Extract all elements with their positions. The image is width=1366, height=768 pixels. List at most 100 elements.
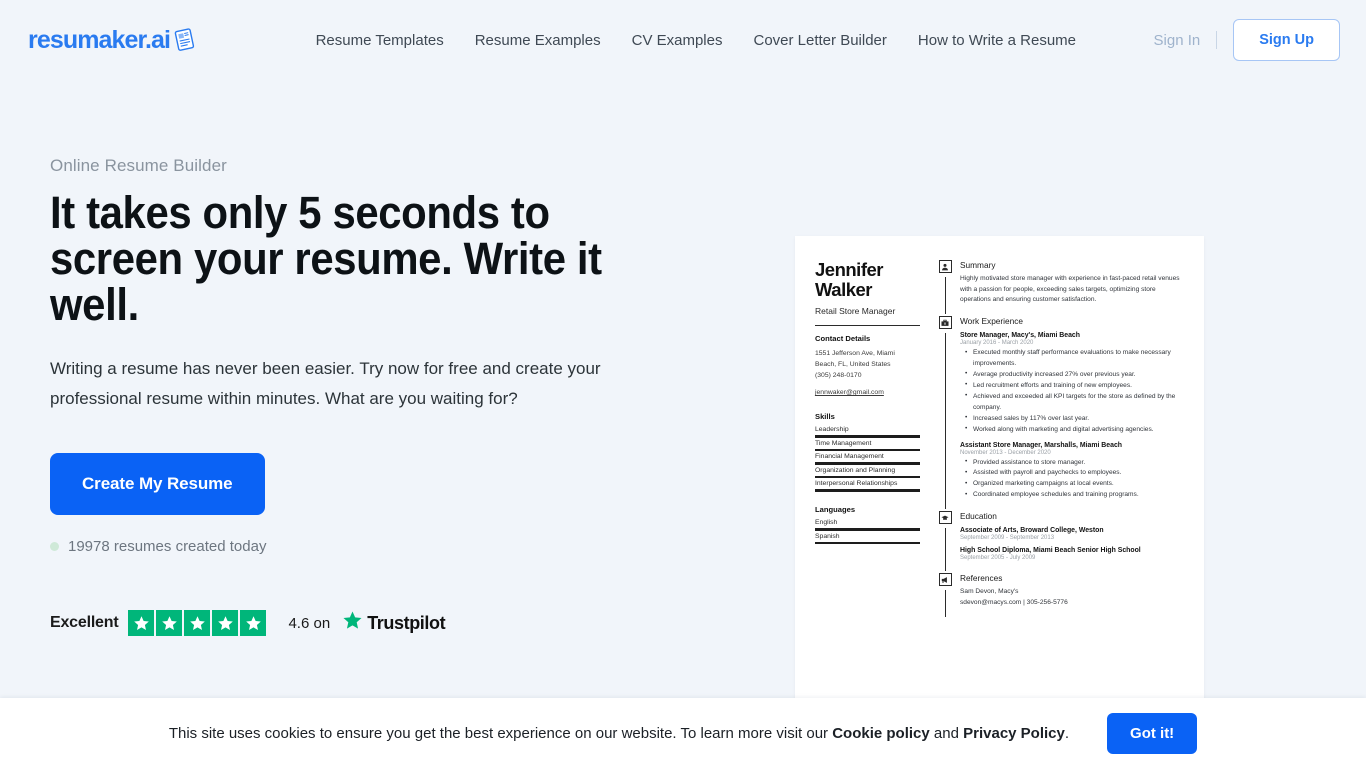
resume-references-gutter [938, 573, 952, 618]
timeline-stem [944, 333, 946, 510]
resume-skill-item: Interpersonal Relationships [815, 480, 920, 492]
resume-language-bar [815, 527, 920, 531]
brand-logo[interactable]: resumaker.ai [28, 26, 198, 55]
resume-bullet: Average productivity increased 27% over … [965, 369, 1184, 381]
resume-language-item: Spanish [815, 533, 920, 545]
resume-language-item: English [815, 519, 920, 531]
hero-subcopy: Writing a resume has never been easier. … [50, 358, 601, 408]
star-icon [184, 610, 211, 637]
resume-bullet: Provided assistance to store manager. [965, 457, 1184, 469]
resume-education-gutter [938, 511, 952, 573]
resume-work-bullets: Provided assistance to store manager. As… [960, 457, 1184, 502]
resume-skill-label: Time Management [815, 439, 872, 447]
resume-bullet: Assisted with payroll and paychecks to e… [965, 468, 1184, 479]
resume-skill-item: Organization and Planning [815, 467, 920, 479]
resume-references-body: References Sam Devon, Macy's sdevon@macy… [960, 573, 1184, 618]
resume-divider [815, 324, 920, 326]
resume-contact-phone: (305) 248-0170 [815, 371, 862, 379]
nav-link-how-to-write-a-resume[interactable]: How to Write a Resume [918, 32, 1076, 49]
resume-reference-detail: sdevon@macys.com | 305-256-5776 [960, 598, 1068, 606]
resume-bullet: Worked along with marketing and digital … [965, 424, 1184, 436]
nav-link-resume-examples[interactable]: Resume Examples [475, 32, 601, 49]
nav-link-resume-templates[interactable]: Resume Templates [316, 32, 444, 49]
resume-work-section: Work Experience Store Manager, Macy's, M… [938, 316, 1184, 511]
cookie-text-before: This site uses cookies to ensure you get… [168, 724, 833, 742]
resume-skill-bar-track [815, 434, 920, 438]
cookie-consent-banner: This site uses cookies to ensure you get… [0, 698, 1366, 768]
resume-skill-bar-track [815, 448, 920, 452]
hero-copy: Online Resume Builder It takes only 5 se… [0, 156, 760, 768]
cookie-message: This site uses cookies to ensure you get… [169, 725, 1069, 742]
resume-document-icon [172, 27, 198, 53]
resume-skill-bar [815, 434, 920, 438]
auth-divider [1216, 31, 1218, 49]
resume-skills-heading: Skills [815, 411, 835, 421]
privacy-policy-link[interactable]: Privacy Policy [963, 725, 1065, 742]
auth-actions: Sign In Sign Up [1154, 19, 1340, 61]
resume-skill-bar-track [815, 475, 920, 479]
site-header: resumaker.ai Resume Templates Resume Exa… [0, 0, 1366, 80]
resume-work-bullets: Executed monthly staff performance evalu… [960, 348, 1184, 436]
megaphone-icon [938, 573, 952, 587]
sign-in-link[interactable]: Sign In [1154, 32, 1201, 49]
star-icon [240, 610, 267, 637]
resume-summary-text: Highly motivated store manager with expe… [960, 275, 1180, 304]
nav-link-cv-examples[interactable]: CV Examples [632, 32, 723, 49]
resume-bullet: Organized marketing campaigns at local e… [965, 479, 1184, 490]
resume-bullet: Coordinated employee schedules and train… [965, 490, 1184, 501]
trustpilot-stars [128, 610, 267, 637]
resume-work-title: Assistant Store Manager, Marshalls, Miam… [960, 441, 1122, 449]
resume-contact-email[interactable]: jennwaker@gmail.com [815, 389, 884, 396]
timeline-stem [944, 277, 946, 315]
cookie-text-after: . [1064, 724, 1070, 742]
resume-language-bar-track [815, 527, 920, 531]
resume-summary-heading: Summary [960, 260, 996, 270]
star-icon [128, 610, 155, 637]
resume-skill-label: Organization and Planning [815, 466, 896, 474]
resume-summary-gutter [938, 260, 952, 316]
resume-contact-address-1: 1551 Jefferson Ave, Miami [815, 349, 895, 357]
resume-education-title: High School Diploma, Miami Beach Senior … [960, 547, 1141, 555]
resume-skill-item: Time Management [815, 440, 920, 452]
resume-preview-card[interactable]: Jennifer Walker Retail Store Manager Con… [795, 236, 1204, 768]
trustpilot-score: 4.6 on [288, 614, 331, 632]
cookie-text-mid: and [929, 724, 964, 742]
resume-education-entry: High School Diploma, Miami Beach Senior … [960, 547, 1184, 561]
create-my-resume-button[interactable]: Create My Resume [50, 453, 265, 516]
resume-skill-bar-track [815, 489, 920, 492]
trustpilot-star-icon [342, 610, 363, 636]
sign-up-button[interactable]: Sign Up [1233, 19, 1340, 61]
resume-bullet: Led recruitment efforts and training of … [965, 380, 1184, 392]
counter-label: 19978 resumes created today [68, 538, 267, 556]
resume-work-entry: Assistant Store Manager, Marshalls, Miam… [960, 442, 1184, 502]
resume-education-dates: September 2009 - September 2013 [960, 535, 1055, 542]
resume-skill-item: Financial Management [815, 453, 920, 465]
resume-job-title: Retail Store Manager [815, 305, 896, 316]
resume-education-title: Associate of Arts, Broward College, West… [960, 527, 1104, 535]
resume-skill-label: Leadership [815, 425, 849, 433]
nav-link-cover-letter-builder[interactable]: Cover Letter Builder [753, 32, 886, 49]
resume-skill-label: Financial Management [815, 453, 884, 461]
cookie-accept-button[interactable]: Got it! [1107, 712, 1198, 754]
resume-skills-section: Skills Leadership Time Management Financ… [815, 412, 920, 492]
resume-contact-section: Contact Details 1551 Jefferson Ave, Miam… [815, 334, 920, 399]
resume-education-body: Education Associate of Arts, Broward Col… [960, 511, 1184, 573]
trustpilot-rating[interactable]: Excellent 4.6 on Trustpilot [50, 610, 760, 637]
cookie-policy-link[interactable]: Cookie policy [832, 725, 930, 742]
resume-references-heading: References [960, 573, 1003, 584]
resume-skill-bar [815, 489, 920, 492]
resume-language-bar-track [815, 541, 920, 545]
person-icon [938, 260, 952, 273]
resume-right-column: Summary Highly motivated store manager w… [930, 260, 1184, 768]
star-icon [156, 610, 183, 637]
resume-work-dates: January 2016 - March 2020 [960, 340, 1034, 347]
trustpilot-word: Excellent [50, 614, 119, 632]
resume-work-title: Store Manager, Macy's, Miami Beach [960, 332, 1080, 340]
resume-skill-item: Leadership [815, 426, 920, 438]
resume-person-name: Jennifer Walker [815, 259, 883, 300]
star-icon [212, 610, 239, 637]
brand-name: resumaker.ai [28, 25, 171, 54]
resume-education-dates: September 2005 - July 2009 [960, 555, 1036, 562]
hero-section: Online Resume Builder It takes only 5 se… [0, 80, 1366, 768]
resume-contact-heading: Contact Details [815, 333, 871, 343]
